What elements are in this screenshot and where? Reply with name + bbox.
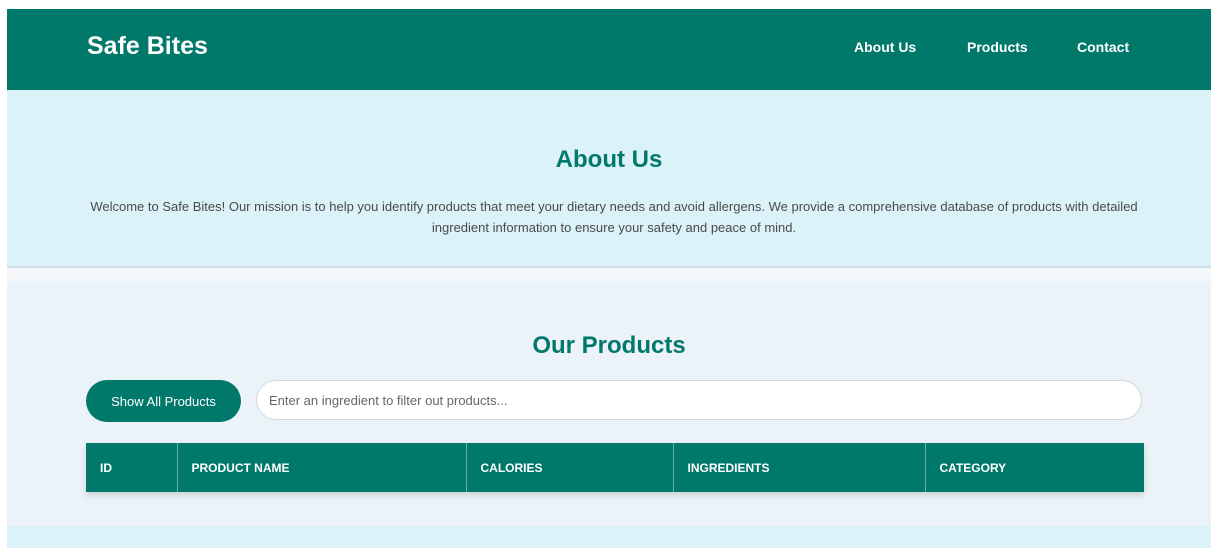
column-header-product-name[interactable]: PRODUCT NAME [177, 443, 467, 492]
products-section: Our Products Show All Products ID PRODUC… [7, 281, 1211, 526]
column-header-ingredients[interactable]: INGREDIENTS [673, 443, 926, 492]
table-header-row: ID PRODUCT NAME CALORIES INGREDIENTS CAT… [86, 443, 1144, 492]
products-table-container: ID PRODUCT NAME CALORIES INGREDIENTS CAT… [86, 443, 1144, 492]
column-header-id[interactable]: ID [86, 443, 178, 492]
nav-link-products[interactable]: Products [967, 39, 1028, 55]
top-strip [0, 0, 1218, 9]
ingredient-filter-input[interactable] [256, 380, 1142, 420]
show-all-products-button[interactable]: Show All Products [86, 380, 241, 422]
nav-link-about-us[interactable]: About Us [854, 39, 916, 55]
footer-band [7, 526, 1211, 548]
brand-logo[interactable]: Safe Bites [87, 32, 208, 61]
section-gap [7, 268, 1211, 281]
about-title: About Us [555, 146, 663, 173]
about-description: Welcome to Safe Bites! Our mission is to… [90, 199, 1138, 235]
products-table: ID PRODUCT NAME CALORIES INGREDIENTS CAT… [86, 443, 1144, 492]
nav-link-contact[interactable]: Contact [1077, 39, 1129, 55]
column-header-category[interactable]: CATEGORY [925, 443, 1144, 492]
header-bar: Safe Bites About Us Products Contact [7, 9, 1211, 90]
column-header-calories[interactable]: CALORIES [466, 443, 674, 492]
about-section: About Us Welcome to Safe Bites! Our miss… [7, 90, 1211, 268]
products-title: Our Products [532, 332, 686, 359]
